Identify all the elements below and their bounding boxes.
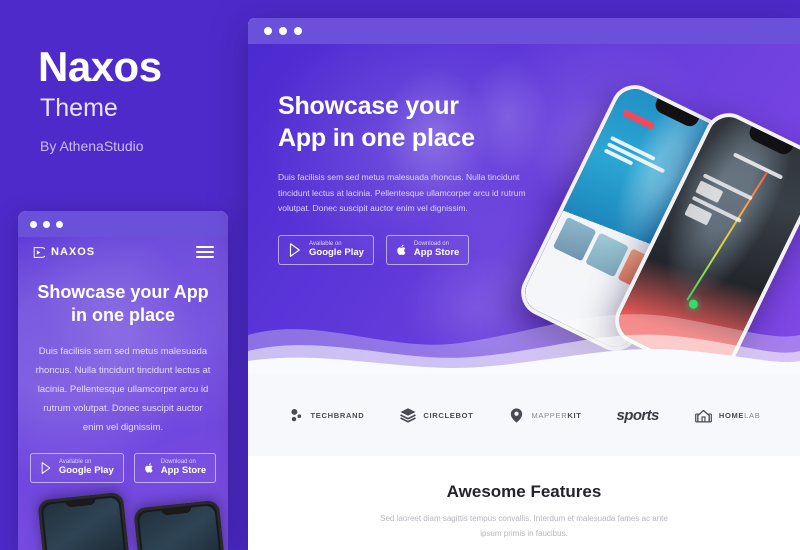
left-panel: Naxos Theme By AthenaStudio NAXOS Showca… xyxy=(0,0,248,550)
browser-dot-minimize[interactable] xyxy=(279,27,287,35)
map-pin-icon xyxy=(511,407,523,423)
browser-dot-maximize[interactable] xyxy=(294,27,302,35)
features-title: Awesome Features xyxy=(446,482,602,501)
client-logos-band: TECHBRAND CIRCLEBOT MAPPERKIT sports HOM… xyxy=(248,374,800,456)
mobile-brand-name: NAXOS xyxy=(51,246,96,258)
theme-author: By AthenaStudio xyxy=(40,138,144,154)
hero-heading-line2: App in one place xyxy=(278,124,475,152)
logo-mapperkit: MAPPERKIT xyxy=(508,407,581,424)
mobile-as-big: App Store xyxy=(160,464,207,476)
logo-mapperkit-bold: MAPPER xyxy=(531,410,568,420)
mobile-navbar: NAXOS xyxy=(18,237,228,267)
mobile-page-body: NAXOS Showcase your App in one place Dui… xyxy=(18,237,228,550)
mobile-store-buttons: Available on Google Play Download on App… xyxy=(18,452,228,483)
logo-sports-label: sports xyxy=(616,406,660,424)
mobile-hero-heading: Showcase your App in one place xyxy=(37,282,209,326)
mobile-browser-chrome xyxy=(18,211,228,237)
logo-techbrand-label: TECHBRAND xyxy=(310,410,365,420)
hamburger-icon[interactable] xyxy=(196,246,214,258)
apple-icon xyxy=(144,462,153,473)
logo-homelab-bold: HOME xyxy=(718,410,745,420)
hero-paragraph: Duis facilisis sem sed metus malesuada r… xyxy=(278,172,526,214)
window-dot-minimize xyxy=(43,220,50,228)
logo-homelab-light: LAB xyxy=(744,410,761,420)
browser-mockup: Showcase your App in one place Duis faci… xyxy=(248,18,800,550)
mobile-google-play-button[interactable]: Available on Google Play xyxy=(29,452,124,483)
molecule-icon xyxy=(290,408,301,421)
play-mark-icon xyxy=(33,246,45,258)
apple-icon xyxy=(397,244,406,256)
google-play-icon xyxy=(289,243,300,257)
mobile-gp-big: Google Play xyxy=(58,464,114,476)
theme-subtitle: Theme xyxy=(40,94,118,122)
mobile-phone-images xyxy=(18,491,228,550)
hero-app-store-button[interactable]: Download on App Store xyxy=(385,235,470,265)
house-icon xyxy=(694,409,712,423)
layers-icon xyxy=(400,408,417,423)
wave-divider xyxy=(248,301,800,374)
logo-circlebot: CIRCLEBOT xyxy=(399,406,473,424)
hero-content: Showcase your App in one place Duis faci… xyxy=(248,44,548,265)
google-play-icon xyxy=(41,461,51,474)
logo-homelab-label: HOMELAB xyxy=(719,411,761,420)
logo-homelab: HOMELAB xyxy=(694,407,761,424)
hero-heading: Showcase your App in one place xyxy=(278,90,548,154)
mobile-app-store-button[interactable]: Download on App Store xyxy=(133,452,217,483)
hero-google-play-button[interactable]: Available on Google Play xyxy=(278,235,374,265)
phone-weather-lines xyxy=(682,173,754,243)
hero-as-big: App Store xyxy=(413,247,460,259)
hero-store-buttons: Available on Google Play Download on App… xyxy=(278,235,548,265)
logo-mapperkit-label: MAPPERKIT xyxy=(531,411,581,420)
mobile-phone-image-1 xyxy=(37,491,129,550)
mobile-brand[interactable]: NAXOS xyxy=(32,246,95,259)
phone-tag-badge xyxy=(621,109,655,131)
browser-chrome xyxy=(248,18,800,44)
logo-sports: sports xyxy=(616,406,660,424)
window-dot-maximize xyxy=(56,220,63,228)
theme-title: Naxos xyxy=(38,43,162,90)
logo-techbrand: TECHBRAND xyxy=(288,407,365,424)
logo-mapperkit-light: KIT xyxy=(567,410,582,420)
logo-circlebot-label: CIRCLEBOT xyxy=(423,410,474,420)
hero-gp-big: Google Play xyxy=(309,247,364,259)
features-subtitle: Sed laoreet diam sagittis tempus convall… xyxy=(380,514,668,538)
mobile-phone-image-2 xyxy=(133,499,225,550)
phone-text-lines xyxy=(602,135,671,183)
mobile-mockup: NAXOS Showcase your App in one place Dui… xyxy=(18,211,228,550)
hero-heading-line1: Showcase your xyxy=(278,92,459,120)
features-section: Awesome Features Sed laoreet diam sagitt… xyxy=(248,456,800,542)
browser-dot-close[interactable] xyxy=(264,27,272,35)
window-dot-close xyxy=(30,220,37,228)
mobile-hero-paragraph: Duis facilisis sem sed metus malesuada r… xyxy=(35,345,211,433)
hero-section: Showcase your App in one place Duis faci… xyxy=(248,44,800,374)
